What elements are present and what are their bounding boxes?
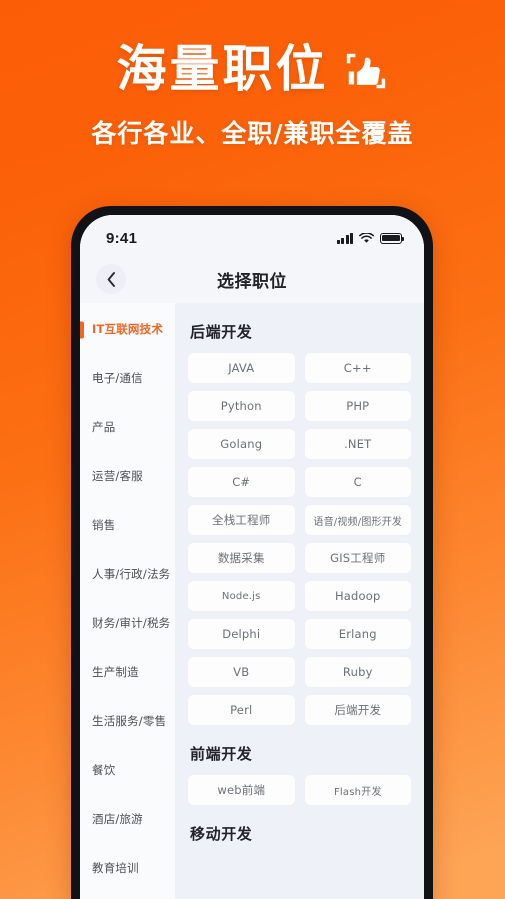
promo-subtitle: 各行各业、全职/兼职全覆盖 [91,119,414,148]
job-tag[interactable]: Perl [188,695,295,725]
job-tag[interactable]: JAVA [188,353,295,383]
sidebar-item-label: 酒店/旅游 [92,811,143,826]
nav-title: 选择职位 [217,271,287,292]
job-tag[interactable]: .NET [304,429,411,459]
sidebar-item-label: 产品 [92,419,116,434]
job-tag[interactable]: 语音/视频/图形开发 [304,505,411,535]
sidebar-item[interactable]: 餐饮 [80,746,175,795]
tag-grid: web前端 Flash开发 [188,775,411,805]
job-tag[interactable]: Erlang [304,619,411,649]
sidebar-item-label: 教育培训 [92,860,139,875]
job-tag[interactable]: PHP [304,391,411,421]
sidebar-item[interactable]: IT互联网技术 [80,305,175,354]
thumbs-up-icon [343,48,389,94]
sidebar-item-label: 运营/客服 [92,468,143,483]
promo-header: 海量职位 各行各业、全职/兼职全覆盖 [0,0,505,150]
section-title: 后端开发 [190,323,253,341]
sidebar-item-label: 财务/审计/税务 [92,615,171,630]
job-panel[interactable]: 后端开发 JAVA C++ Python PHP Golang .NET C# C 全栈工程师 语音… [175,303,424,899]
sidebar-item[interactable]: 生产制造 [80,648,175,697]
sidebar-item-label: IT互联网技术 [92,321,164,336]
sidebar-item[interactable]: 销售 [80,501,175,550]
job-tag[interactable]: VB [188,657,295,687]
tag-grid: JAVA C++ Python PHP Golang .NET C# C 全栈工程师 语音/视频/… [188,353,411,725]
sidebar-item[interactable]: 人事/行政/法务 [80,550,175,599]
nav-bar: 选择职位 [80,255,424,303]
page-title: 海量职位 [116,40,329,98]
category-sidebar[interactable]: IT互联网技术 电子/通信产品运营/客服销售人事/行政/法务 财务/审计/税务 生产制… [80,303,175,899]
sidebar-item-label: 人事/行政/法务 [92,566,171,581]
sidebar-item-label: 销售 [92,517,116,532]
job-tag[interactable]: 全栈工程师 [188,505,295,535]
sidebar-item[interactable]: 产品 [80,403,175,452]
status-icons [336,232,405,244]
job-tag[interactable]: Ruby [304,657,411,687]
job-tag[interactable]: 数据采集 [188,543,295,573]
content-area: IT互联网技术 电子/通信产品运营/客服销售人事/行政/法务 财务/审计/税务 生产制… [80,303,424,899]
job-tag[interactable]: C# [188,467,295,497]
phone-screen: 9:41 选择职位 IT互联网技术 电子/通信 产品 运营/客服 销售 人事/行… [80,215,424,899]
sidebar-item-label: 餐饮 [92,762,116,777]
wifi-icon [359,232,374,243]
phone-mockup: 9:41 选择职位 IT互联网技术 电子/通信 产品 运营/客服 销售 人事/行… [71,206,433,899]
sidebar-item[interactable]: 酒店/旅游 [80,795,175,844]
back-button[interactable] [96,264,126,294]
job-tag[interactable]: Node.js [188,581,295,611]
cellular-signal-icon [336,232,353,244]
sidebar-item[interactable]: 生活服务/零售 [80,697,175,746]
status-time: 9:41 [106,229,138,247]
job-tag[interactable]: Python [188,391,295,421]
job-tag[interactable]: Hadoop [304,581,411,611]
promo-screenshot: 海量职位 各行各业、全职/兼职全覆盖 9:41 选择职位 IT互联网技术 电子/… [0,0,505,899]
job-tag[interactable]: 后端开发 [304,695,411,725]
sidebar-item[interactable]: 教育培训 [80,844,175,893]
sidebar-item-label: 生活服务/零售 [92,713,167,728]
job-tag[interactable]: C [304,467,411,497]
section-title: 移动开发 [190,825,253,843]
job-tag[interactable]: Golang [188,429,295,459]
job-tag[interactable]: Flash开发 [304,775,411,805]
sidebar-item[interactable]: 运营/客服 [80,452,175,501]
chevron-left-icon [107,271,115,287]
job-tag[interactable]: Delphi [188,619,295,649]
sidebar-item-label: 电子/通信 [92,370,143,385]
job-tag[interactable]: C++ [304,353,411,383]
status-bar: 9:41 [80,215,424,255]
battery-full-icon [380,232,405,244]
job-tag[interactable]: web前端 [188,775,295,805]
sidebar-item-label: 生产制造 [92,664,139,679]
job-tag[interactable]: GIS工程师 [304,543,411,573]
section-title: 前端开发 [190,745,253,763]
promo-title-row: 海量职位 [0,44,505,94]
sidebar-item[interactable]: 财务/审计/税务 [80,599,175,648]
sidebar-item[interactable]: 电子/通信 [80,354,175,403]
